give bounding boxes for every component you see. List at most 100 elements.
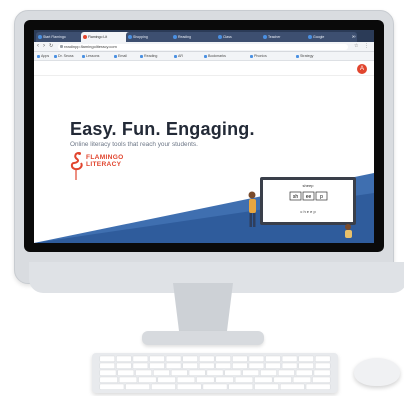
stand-base [142,331,264,345]
keyboard-key [248,362,265,369]
keyboard-key [132,355,149,362]
word-tile-text: ee [306,194,312,200]
bookmark-item[interactable]: Lessons [82,53,99,59]
user-avatar[interactable]: A [357,64,367,74]
keyboard-key [260,369,277,376]
keyboard-key [206,369,224,376]
imac-monitor: Start Flamingo✕ Flamingo Lit✕ Shopping✕ … [14,10,404,293]
address-bar-row: ‹ › ↻ readinpp.flamingoliteracy.com ☆ ⋮ [34,42,374,52]
bookmarks-bar: Apps Dr. Seuss Lessons Email Reading AR … [34,52,374,61]
keyboard-key [315,362,331,369]
tab-6[interactable]: Teacher✕ [261,32,312,42]
bookmark-icon [82,54,85,58]
forward-icon[interactable]: › [43,43,45,50]
bookmark-icon [37,54,40,58]
reload-icon[interactable]: ↻ [49,43,53,50]
bookmark-item[interactable]: AR [174,53,183,59]
tab-strip: Start Flamingo✕ Flamingo Lit✕ Shopping✕ … [34,30,374,42]
keyboard-key [99,383,125,390]
bookmark-icon [250,54,253,58]
keyboard-key [292,376,312,383]
keyboard-key [224,369,242,376]
keyboard-key [228,383,254,390]
back-icon[interactable]: ‹ [37,43,39,50]
tab-1[interactable]: Start Flamingo✕ [36,32,87,42]
bookmark-item[interactable]: Bookmarks [204,53,226,59]
tab-2[interactable]: Flamingo Lit✕ [81,32,132,42]
tab-favicon-icon [38,35,42,39]
mouse [354,358,400,386]
page-headline: Easy. Fun. Engaging. [70,119,255,139]
keyboard-key [312,376,331,383]
keyboard-key [99,355,115,362]
keyboard-key [99,362,115,369]
keyboard-key [165,362,182,369]
keyboard-key [157,376,176,383]
flamingo-literacy-logo[interactable]: FLAMINGO LITERACY [70,151,140,181]
keyboard-key [151,383,176,390]
keyboard-key [149,362,165,369]
keyboard [92,353,338,393]
menu-icon[interactable]: ⋮ [364,43,369,50]
keyboard-key [176,383,202,390]
tab-favicon-icon [173,35,177,39]
keyboard-key [315,355,331,362]
tab-4[interactable]: Reading✕ [171,32,222,42]
bookmark-icon [174,54,177,58]
keyboard-key [176,376,196,383]
bookmark-item[interactable]: Apps [37,53,49,59]
keyboard-key [116,355,132,362]
keyboard-key [254,376,273,383]
bookmark-item[interactable]: Phonics [250,53,267,59]
url-input[interactable]: readinpp.flamingoliteracy.com [58,43,348,50]
keyboard-key [298,362,314,369]
keyboard-key [125,383,150,390]
keyboard-key [215,376,234,383]
keyboard-key [215,355,231,362]
bookmark-item[interactable]: Strategy [296,53,313,59]
keyboard-key [281,355,298,362]
bookmark-item[interactable]: Email [114,53,127,59]
bookmark-icon [296,54,299,58]
keyboard-key [313,369,331,376]
keyboard-key [305,383,331,390]
tab-7[interactable]: Google ✕ [306,32,357,42]
keyboard-key [232,362,248,369]
flamingo-icon [70,152,83,180]
keyboard-key [232,355,248,362]
classroom-illustration: sh ee p sheep c h e e p [248,177,356,238]
star-icon[interactable]: ☆ [354,43,358,50]
keyboard-key [118,376,138,383]
keyboard-key [99,369,117,376]
tab-5[interactable]: Class✕ [216,32,267,42]
keyboard-key [99,376,118,383]
keyboard-key [117,369,135,376]
bookmark-icon [204,54,207,58]
student-figure [345,224,352,238]
keyboard-key [281,362,298,369]
lock-icon [60,45,63,48]
site-header: A [34,61,374,76]
tab-favicon-icon [308,35,312,39]
keyboard-key [149,355,165,362]
keyboard-key [135,369,152,376]
keyboard-key [199,362,215,369]
word-tile-text: sh [293,194,299,200]
keyboard-key [202,383,228,390]
new-tab-button[interactable]: + [352,32,362,42]
keyboard-key [298,355,314,362]
web-page: A Easy. Fun. Engaging. Online literacy t… [34,61,374,243]
keyboard-key [234,376,254,383]
bookmark-item[interactable]: Reading [140,53,157,59]
tab-3[interactable]: Shopping✕ [126,32,177,42]
logo-wordmark: FLAMINGO LITERACY [86,154,124,168]
board-letters: c h e e p [300,209,316,214]
browser-window: Start Flamingo✕ Flamingo Lit✕ Shopping✕ … [34,30,374,243]
keyboard-key [215,362,231,369]
keyboard-key [242,369,260,376]
bookmark-item[interactable]: Dr. Seuss [54,53,74,59]
bookmark-icon [114,54,117,58]
keyboard-key [165,355,182,362]
tab-favicon-icon [263,35,267,39]
tab-favicon-icon [128,35,132,39]
